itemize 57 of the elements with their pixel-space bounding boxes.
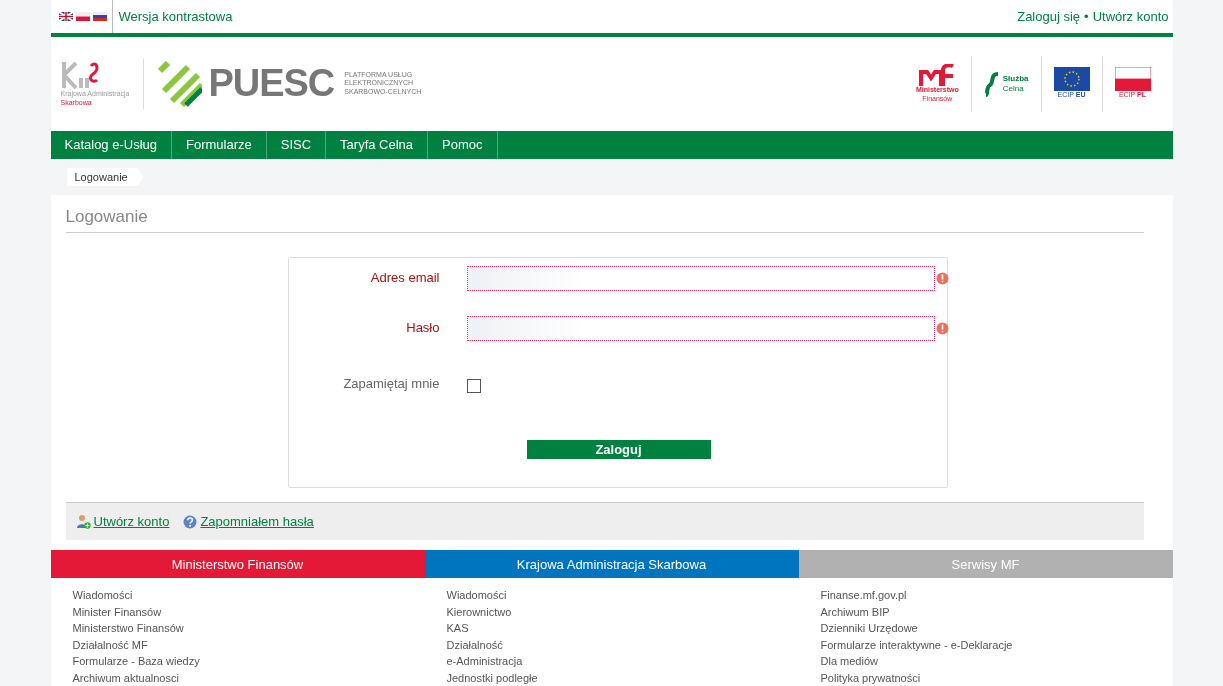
footer-link[interactable]: Minister Finansów xyxy=(72,603,403,620)
flag-icon[interactable] xyxy=(75,12,90,21)
footer-link[interactable]: Kierownictwo xyxy=(446,603,777,620)
footer-link[interactable]: e-Administracja xyxy=(446,653,777,670)
error-icon xyxy=(935,272,949,285)
footer-link[interactable]: Wiadomości xyxy=(72,587,403,604)
logo-text: Służba xyxy=(1002,73,1029,84)
input-field[interactable] xyxy=(466,316,935,341)
footer-link[interactable]: Działalność MF xyxy=(72,636,403,653)
footer-link[interactable]: Dzienniki Urzędowe xyxy=(820,620,1151,637)
error-icon xyxy=(935,322,949,335)
flag-icon[interactable] xyxy=(92,12,107,21)
nav-tab[interactable]: Taryfa Celna xyxy=(326,130,429,159)
input-field[interactable] xyxy=(466,266,935,291)
nav-tab[interactable]: Katalog e-Usług xyxy=(50,130,172,159)
remember-checkbox[interactable] xyxy=(466,379,481,393)
logo-text: Celna xyxy=(1002,83,1025,94)
nav-tab[interactable]: Pomoc xyxy=(428,130,498,159)
footer-heading: Serwisy MF xyxy=(798,550,1173,578)
separator: • xyxy=(1084,9,1089,24)
stripes-logo-icon xyxy=(158,60,203,107)
contrast-link[interactable]: Wersja kontrastowa xyxy=(118,9,233,24)
link[interactable]: Utwórz konto xyxy=(93,514,170,529)
footer-heading: Ministerstwo Finansów xyxy=(50,550,425,578)
poland-flag-icon xyxy=(1114,67,1151,92)
footer-link[interactable]: Polityka prywatności xyxy=(820,669,1151,686)
kas-logo-icon xyxy=(60,60,101,91)
add-user-icon xyxy=(75,514,91,529)
footer-link[interactable]: Działalność xyxy=(446,636,777,653)
footer-link[interactable]: Formularze - Baza wiedzy xyxy=(72,653,403,670)
help-icon xyxy=(183,514,198,529)
puesc-logo-text: PUESC xyxy=(208,62,335,106)
footer-link[interactable]: Formularze interaktywne - e-Deklaracje xyxy=(820,636,1151,653)
login-button[interactable]: Zaloguj xyxy=(526,440,711,459)
customs-logo-icon xyxy=(983,70,1000,97)
footer-heading: Krajowa Administracja Skarbowa xyxy=(424,550,799,578)
footer-link[interactable]: Wiadomości xyxy=(446,587,777,604)
mf-logo-icon xyxy=(919,64,956,87)
register-link[interactable]: Utwórz konto xyxy=(1092,9,1169,24)
nav-tab[interactable]: Formularze xyxy=(172,130,267,159)
footer-link[interactable]: Archiwum BIP xyxy=(820,603,1151,620)
page-title: Logowanie xyxy=(65,207,1144,233)
footer-link[interactable]: Dla mediów xyxy=(820,653,1151,670)
flag-icon[interactable] xyxy=(58,12,73,21)
footer-link[interactable]: Finanse.mf.gov.pl xyxy=(820,587,1151,604)
footer-link[interactable]: Archiwum aktualnosci xyxy=(72,669,403,686)
footer-link[interactable]: KAS xyxy=(446,620,777,637)
login-link[interactable]: Zaloguj się xyxy=(1017,9,1081,24)
footer-link[interactable]: Jednostki podległe xyxy=(446,669,777,686)
footer-link[interactable]: Ministerstwo Finansów xyxy=(72,620,403,637)
field-label: Zapamiętaj mnie xyxy=(342,375,440,391)
nav-tab[interactable]: SISC xyxy=(266,130,327,159)
link[interactable]: Zapomniałem hasła xyxy=(200,514,314,529)
field-label: Hasło xyxy=(405,319,440,335)
eu-flag-icon xyxy=(1053,67,1090,92)
breadcrumb-item[interactable]: Logowanie xyxy=(66,167,144,186)
field-label: Adres email xyxy=(369,269,440,285)
